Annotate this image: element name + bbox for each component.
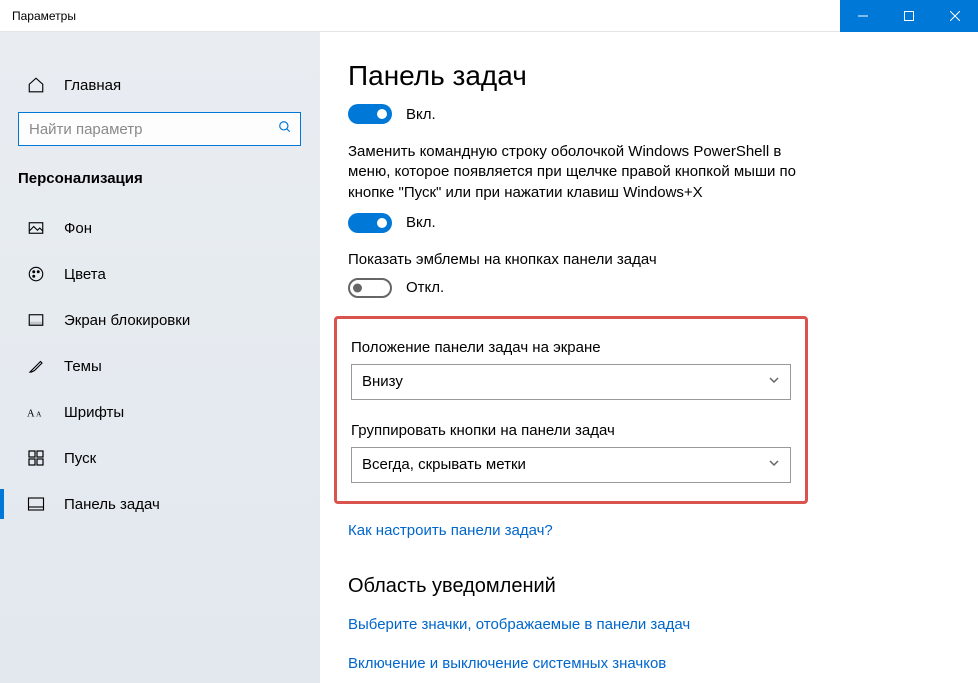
nav-home-label: Главная	[64, 77, 121, 94]
home-icon	[26, 75, 46, 95]
search-input[interactable]	[18, 112, 301, 146]
sidebar: Главная Персонализация Фон Цвета	[0, 32, 320, 683]
group-label: Группировать кнопки на панели задач	[351, 422, 791, 439]
lockscreen-icon	[26, 310, 46, 330]
group-buttons-dropdown[interactable]: Всегда, скрывать метки	[351, 447, 791, 483]
sidebar-item-colors[interactable]: Цвета	[0, 251, 319, 297]
toggle-state-label: Откл.	[406, 279, 444, 296]
sidebar-item-taskbar[interactable]: Панель задач	[0, 481, 319, 527]
highlighted-settings: Положение панели задач на экране Внизу Г…	[334, 316, 808, 504]
chevron-down-icon	[768, 373, 780, 390]
sidebar-item-background[interactable]: Фон	[0, 205, 319, 251]
sidebar-item-label: Пуск	[64, 450, 96, 467]
search-field[interactable]	[19, 113, 266, 145]
toggle-powershell[interactable]	[348, 213, 392, 233]
dropdown-value: Внизу	[362, 373, 403, 390]
system-icons-link[interactable]: Включение и выключение системных значков	[348, 655, 938, 672]
sidebar-item-lockscreen[interactable]: Экран блокировки	[0, 297, 319, 343]
search-icon	[278, 120, 292, 138]
badges-label: Показать эмблемы на кнопках панели задач	[348, 251, 938, 268]
font-icon: AA	[26, 402, 46, 422]
maximize-button[interactable]	[886, 0, 932, 32]
titlebar: Параметры	[0, 0, 978, 32]
page-title: Панель задач	[348, 60, 938, 92]
powershell-description: Заменить командную строку оболочкой Wind…	[348, 142, 818, 203]
sidebar-item-label: Фон	[64, 220, 92, 237]
window-controls	[840, 0, 978, 32]
toggle-taskbar-on[interactable]	[348, 104, 392, 124]
toggle-state-label: Вкл.	[406, 106, 436, 123]
svg-text:A: A	[27, 409, 35, 420]
select-icons-link[interactable]: Выберите значки, отображаемые в панели з…	[348, 616, 938, 633]
taskbar-icon	[26, 494, 46, 514]
sidebar-item-start[interactable]: Пуск	[0, 435, 319, 481]
taskbar-position-dropdown[interactable]: Внизу	[351, 364, 791, 400]
position-label: Положение панели задач на экране	[351, 339, 791, 356]
sidebar-item-themes[interactable]: Темы	[0, 343, 319, 389]
sidebar-item-fonts[interactable]: AA Шрифты	[0, 389, 319, 435]
window-title: Параметры	[0, 9, 840, 23]
brush-icon	[26, 356, 46, 376]
close-button[interactable]	[932, 0, 978, 32]
sidebar-item-label: Панель задач	[64, 496, 160, 513]
chevron-down-icon	[768, 456, 780, 473]
palette-icon	[26, 264, 46, 284]
sidebar-section-title: Персонализация	[0, 164, 319, 205]
image-icon	[26, 218, 46, 238]
nav-home[interactable]: Главная	[0, 62, 319, 108]
sidebar-item-label: Цвета	[64, 266, 106, 283]
dropdown-value: Всегда, скрывать метки	[362, 456, 526, 473]
svg-text:A: A	[36, 410, 42, 419]
sidebar-item-label: Темы	[64, 358, 102, 375]
toggle-state-label: Вкл.	[406, 214, 436, 231]
main-content: Панель задач Вкл. Заменить командную стр…	[320, 32, 978, 683]
notification-area-heading: Область уведомлений	[348, 575, 938, 598]
sidebar-item-label: Экран блокировки	[64, 312, 190, 329]
help-link[interactable]: Как настроить панели задач?	[348, 522, 938, 539]
toggle-badges[interactable]	[348, 278, 392, 298]
sidebar-item-label: Шрифты	[64, 404, 124, 421]
minimize-button[interactable]	[840, 0, 886, 32]
start-icon	[26, 448, 46, 468]
